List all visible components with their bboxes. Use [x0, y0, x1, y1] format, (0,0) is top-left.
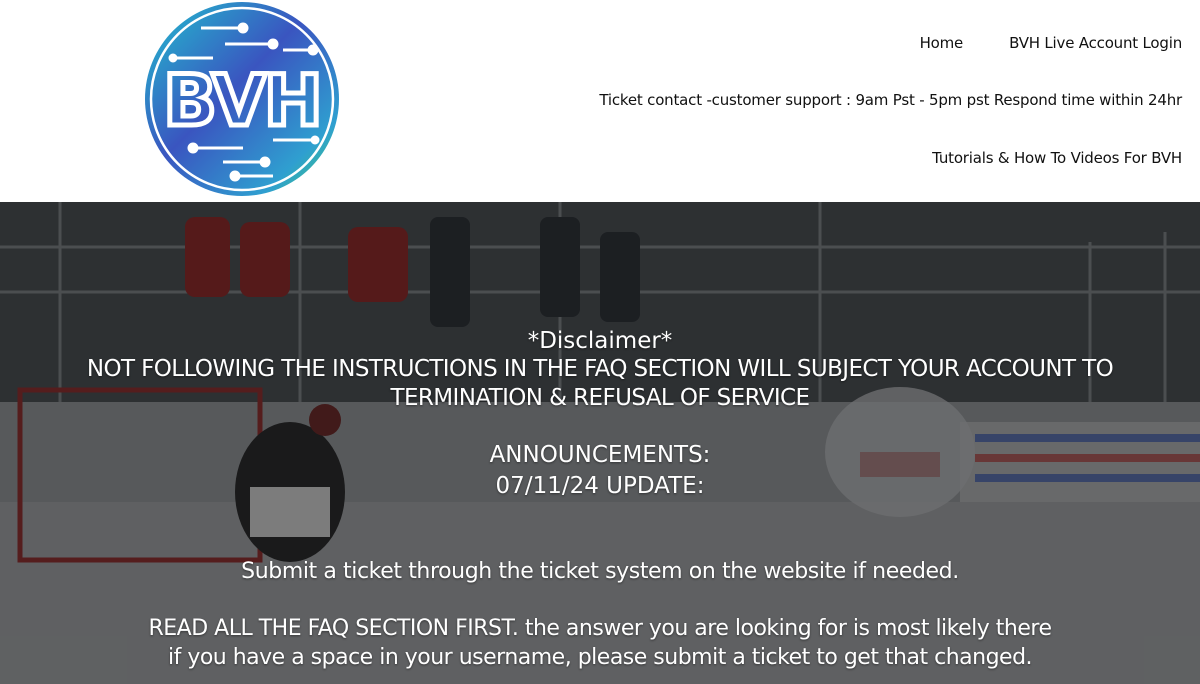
disclaimer-line-2: TERMINATION & REFUSAL OF SERVICE [390, 385, 811, 411]
update-date: 07/11/24 UPDATE: [495, 473, 705, 499]
bvh-logo[interactable]: BVH [143, 0, 341, 198]
nav-top-row: Home BVH Live Account Login [920, 34, 1183, 52]
announcements-heading: ANNOUNCEMENTS: [489, 442, 711, 468]
disclaimer-title: *Disclaimer* [527, 328, 673, 354]
hero-banner: *Disclaimer* NOT FOLLOWING THE INSTRUCTI… [0, 202, 1200, 684]
nav-login-link[interactable]: BVH Live Account Login [1009, 34, 1182, 52]
nav-ticket-contact-link[interactable]: Ticket contact -customer support : 9am P… [599, 91, 1182, 109]
username-space-text: if you have a space in your username, pl… [167, 645, 1033, 670]
nav-tutorials-row: Tutorials & How To Videos For BVH [932, 149, 1182, 167]
disclaimer-line-1: NOT FOLLOWING THE INSTRUCTIONS IN THE FA… [86, 356, 1114, 382]
submit-ticket-text: Submit a ticket through the ticket syste… [241, 559, 959, 584]
read-faq-text: READ ALL THE FAQ SECTION FIRST. the answ… [148, 616, 1053, 641]
nav-ticket-row: Ticket contact -customer support : 9am P… [599, 91, 1182, 109]
hero-announcement: *Disclaimer* NOT FOLLOWING THE INSTRUCTI… [0, 202, 1200, 684]
logo-text: BVH [163, 60, 320, 142]
site-header: BVH Home BVH Live Account Login Ticket c… [0, 0, 1200, 202]
nav-home-link[interactable]: Home [920, 34, 964, 52]
nav-tutorials-link[interactable]: Tutorials & How To Videos For BVH [932, 149, 1182, 167]
